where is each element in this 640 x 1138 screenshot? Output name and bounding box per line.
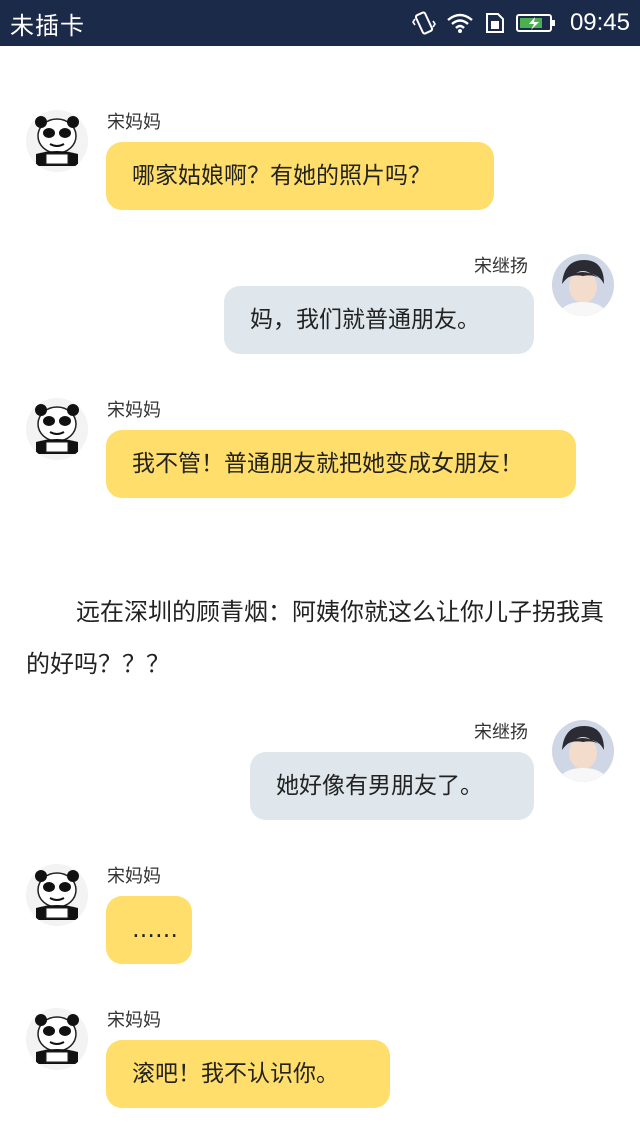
carrier-label: 未插卡 [10,11,85,40]
message-bubble[interactable]: 妈，我们就普通朋友。 [224,286,534,354]
sender-name: 宋妈妈 [107,400,161,421]
panda-meme-avatar[interactable] [26,398,88,460]
status-time: 09:45 [569,9,630,36]
message-bubble[interactable]: 哪家姑娘啊？有她的照片吗？ [106,142,494,210]
wifi-icon [446,12,474,34]
sender-name: 宋妈妈 [107,866,161,887]
narration-text: 远在深圳的顾青烟：阿姨你就这么让你儿子拐我真的好吗？？？ [26,598,604,678]
chat-area[interactable]: 宋妈妈 哪家姑娘啊？有她的照片吗？ 宋继扬 妈，我们就普通朋友。 宋妈妈 我不管… [0,46,640,1138]
panda-meme-avatar[interactable] [26,1008,88,1070]
sender-name: 宋妈妈 [107,1010,161,1031]
message-bubble[interactable]: 滚吧！我不认识你。 [106,1040,390,1108]
vibrate-icon [411,10,436,36]
sender-name: 宋继扬 [474,722,528,743]
young-man-avatar[interactable] [552,254,614,316]
message-bubble[interactable]: …… [106,896,192,964]
sender-name: 宋妈妈 [107,112,161,133]
status-icons: 09:45 [411,9,630,37]
message-bubble[interactable]: 她好像有男朋友了。 [250,752,534,820]
message-bubble[interactable]: 我不管！普通朋友就把她变成女朋友！ [106,430,576,498]
sim-icon [484,12,506,34]
battery-charging-icon [515,12,556,34]
status-bar: 未插卡 09:45 [0,0,640,46]
young-man-avatar[interactable] [552,720,614,782]
panda-meme-avatar[interactable] [26,110,88,172]
sender-name: 宋继扬 [474,256,528,277]
panda-meme-avatar[interactable] [26,864,88,926]
